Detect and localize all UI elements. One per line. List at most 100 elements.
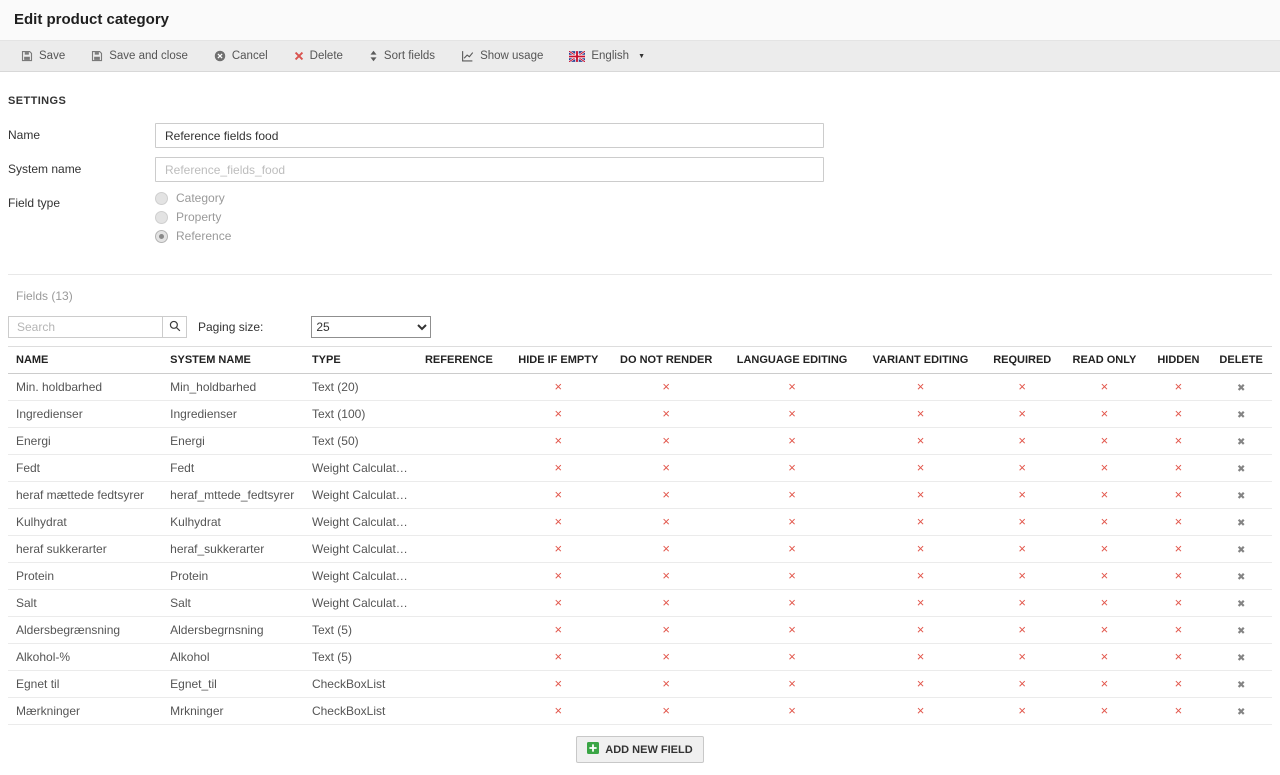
- toggle-off-icon[interactable]: ×: [1018, 406, 1026, 421]
- toggle-off-icon[interactable]: ×: [1101, 487, 1109, 502]
- toggle-off-icon[interactable]: ×: [554, 487, 562, 502]
- toggle-off-icon[interactable]: ×: [1018, 703, 1026, 718]
- radio-icon[interactable]: [155, 230, 168, 243]
- toggle-off-icon[interactable]: ×: [1175, 487, 1183, 502]
- delete-row-icon[interactable]: ✖: [1237, 437, 1245, 448]
- toggle-off-icon[interactable]: ×: [788, 460, 796, 475]
- toggle-off-icon[interactable]: ×: [917, 460, 925, 475]
- toggle-off-icon[interactable]: ×: [917, 379, 925, 394]
- toggle-off-icon[interactable]: ×: [917, 406, 925, 421]
- save-and-close-button[interactable]: Save and close: [78, 41, 201, 72]
- toggle-off-icon[interactable]: ×: [1175, 460, 1183, 475]
- toggle-off-icon[interactable]: ×: [554, 595, 562, 610]
- toggle-off-icon[interactable]: ×: [1101, 541, 1109, 556]
- toggle-off-icon[interactable]: ×: [1101, 649, 1109, 664]
- add-new-field-button[interactable]: ADD NEW FIELD: [576, 736, 703, 763]
- toggle-off-icon[interactable]: ×: [554, 379, 562, 394]
- delete-row-icon[interactable]: ✖: [1237, 518, 1245, 529]
- toggle-off-icon[interactable]: ×: [554, 649, 562, 664]
- toggle-off-icon[interactable]: ×: [1175, 514, 1183, 529]
- toggle-off-icon[interactable]: ×: [1175, 595, 1183, 610]
- paging-size-select[interactable]: 25: [311, 316, 431, 338]
- toggle-off-icon[interactable]: ×: [1018, 541, 1026, 556]
- toggle-off-icon[interactable]: ×: [662, 433, 670, 448]
- toggle-off-icon[interactable]: ×: [1101, 595, 1109, 610]
- toggle-off-icon[interactable]: ×: [1175, 649, 1183, 664]
- toggle-off-icon[interactable]: ×: [788, 703, 796, 718]
- toggle-off-icon[interactable]: ×: [788, 676, 796, 691]
- show-usage-button[interactable]: Show usage: [448, 41, 556, 72]
- toggle-off-icon[interactable]: ×: [662, 541, 670, 556]
- toggle-off-icon[interactable]: ×: [662, 622, 670, 637]
- toggle-off-icon[interactable]: ×: [1101, 676, 1109, 691]
- toggle-off-icon[interactable]: ×: [1101, 622, 1109, 637]
- delete-row-icon[interactable]: ✖: [1237, 572, 1245, 583]
- toggle-off-icon[interactable]: ×: [1101, 514, 1109, 529]
- toggle-off-icon[interactable]: ×: [788, 568, 796, 583]
- toggle-off-icon[interactable]: ×: [788, 379, 796, 394]
- field-type-option-reference[interactable]: Reference: [155, 229, 231, 243]
- toggle-off-icon[interactable]: ×: [1018, 514, 1026, 529]
- toggle-off-icon[interactable]: ×: [917, 433, 925, 448]
- toggle-off-icon[interactable]: ×: [1018, 676, 1026, 691]
- toggle-off-icon[interactable]: ×: [662, 460, 670, 475]
- search-input[interactable]: [8, 316, 163, 338]
- toggle-off-icon[interactable]: ×: [662, 676, 670, 691]
- toggle-off-icon[interactable]: ×: [554, 622, 562, 637]
- toggle-off-icon[interactable]: ×: [662, 406, 670, 421]
- toggle-off-icon[interactable]: ×: [554, 568, 562, 583]
- delete-row-icon[interactable]: ✖: [1237, 707, 1245, 718]
- toggle-off-icon[interactable]: ×: [1175, 406, 1183, 421]
- toggle-off-icon[interactable]: ×: [1018, 433, 1026, 448]
- toggle-off-icon[interactable]: ×: [1018, 379, 1026, 394]
- toggle-off-icon[interactable]: ×: [1018, 460, 1026, 475]
- toggle-off-icon[interactable]: ×: [662, 514, 670, 529]
- toggle-off-icon[interactable]: ×: [554, 433, 562, 448]
- name-input[interactable]: [155, 123, 824, 148]
- search-button[interactable]: [163, 316, 187, 338]
- toggle-off-icon[interactable]: ×: [662, 703, 670, 718]
- delete-button[interactable]: Delete: [281, 41, 356, 72]
- toggle-off-icon[interactable]: ×: [788, 649, 796, 664]
- toggle-off-icon[interactable]: ×: [788, 433, 796, 448]
- toggle-off-icon[interactable]: ×: [917, 622, 925, 637]
- toggle-off-icon[interactable]: ×: [662, 649, 670, 664]
- toggle-off-icon[interactable]: ×: [788, 487, 796, 502]
- toggle-off-icon[interactable]: ×: [662, 379, 670, 394]
- toggle-off-icon[interactable]: ×: [1175, 703, 1183, 718]
- delete-row-icon[interactable]: ✖: [1237, 626, 1245, 637]
- toggle-off-icon[interactable]: ×: [788, 406, 796, 421]
- sort-fields-button[interactable]: Sort fields: [356, 41, 448, 72]
- delete-row-icon[interactable]: ✖: [1237, 491, 1245, 502]
- toggle-off-icon[interactable]: ×: [917, 676, 925, 691]
- toggle-off-icon[interactable]: ×: [1101, 568, 1109, 583]
- toggle-off-icon[interactable]: ×: [1018, 568, 1026, 583]
- field-type-option-property[interactable]: Property: [155, 210, 231, 224]
- toggle-off-icon[interactable]: ×: [917, 541, 925, 556]
- delete-row-icon[interactable]: ✖: [1237, 464, 1245, 475]
- toggle-off-icon[interactable]: ×: [1175, 433, 1183, 448]
- cancel-button[interactable]: Cancel: [201, 41, 281, 72]
- toggle-off-icon[interactable]: ×: [1175, 541, 1183, 556]
- delete-row-icon[interactable]: ✖: [1237, 653, 1245, 664]
- toggle-off-icon[interactable]: ×: [788, 622, 796, 637]
- toggle-off-icon[interactable]: ×: [917, 649, 925, 664]
- toggle-off-icon[interactable]: ×: [917, 568, 925, 583]
- toggle-off-icon[interactable]: ×: [1018, 649, 1026, 664]
- toggle-off-icon[interactable]: ×: [788, 541, 796, 556]
- toggle-off-icon[interactable]: ×: [788, 514, 796, 529]
- field-type-option-category[interactable]: Category: [155, 191, 231, 205]
- language-button[interactable]: English ▼: [556, 41, 658, 72]
- delete-row-icon[interactable]: ✖: [1237, 410, 1245, 421]
- toggle-off-icon[interactable]: ×: [1101, 433, 1109, 448]
- radio-icon[interactable]: [155, 192, 168, 205]
- toggle-off-icon[interactable]: ×: [554, 460, 562, 475]
- toggle-off-icon[interactable]: ×: [1175, 568, 1183, 583]
- toggle-off-icon[interactable]: ×: [788, 595, 796, 610]
- toggle-off-icon[interactable]: ×: [554, 514, 562, 529]
- toggle-off-icon[interactable]: ×: [917, 595, 925, 610]
- toggle-off-icon[interactable]: ×: [1101, 379, 1109, 394]
- toggle-off-icon[interactable]: ×: [1101, 460, 1109, 475]
- toggle-off-icon[interactable]: ×: [1018, 622, 1026, 637]
- toggle-off-icon[interactable]: ×: [662, 568, 670, 583]
